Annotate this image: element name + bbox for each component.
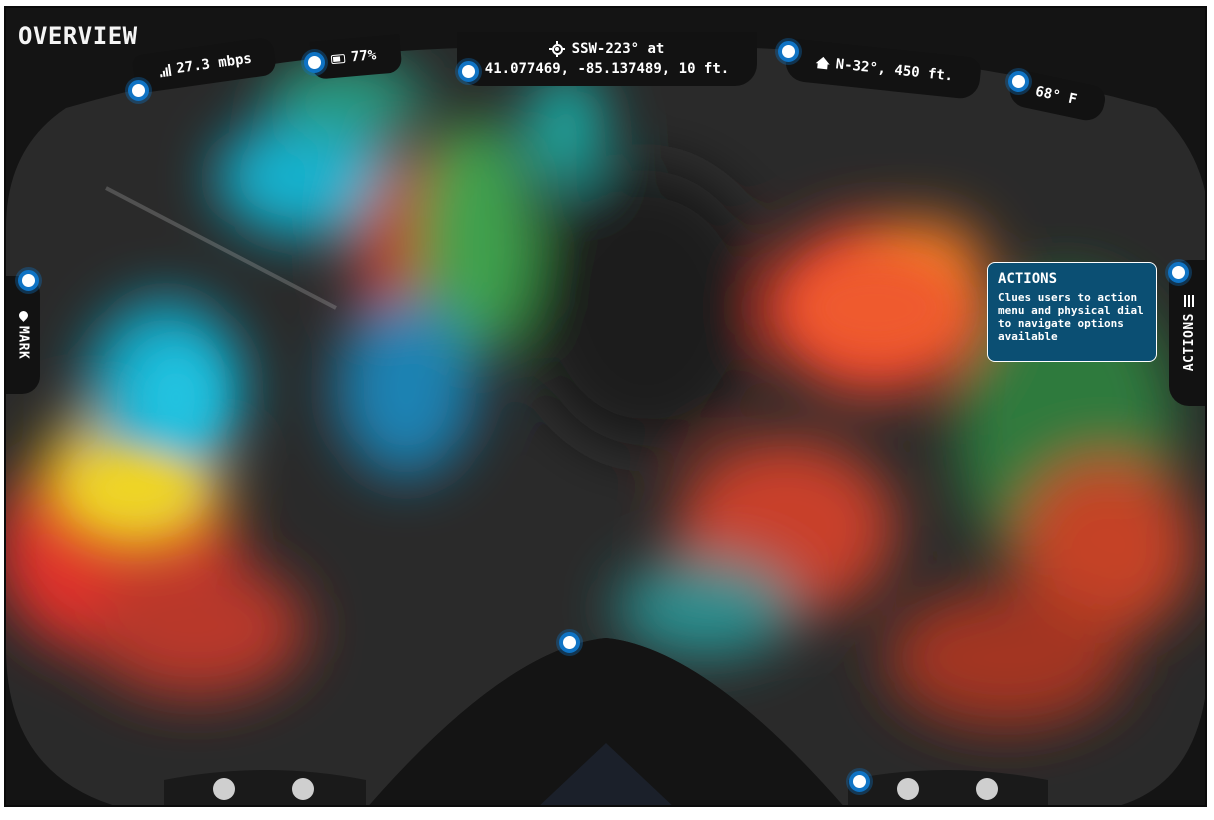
temperature-value: 68° F <box>1033 83 1079 108</box>
location-status-pill: SSW-223° at 41.077469, -85.137489, 10 ft… <box>457 32 757 86</box>
hotspot-signal[interactable] <box>128 80 149 101</box>
hotspot-location[interactable] <box>458 61 479 82</box>
hotspot-battery[interactable] <box>304 52 325 73</box>
actions-tab-label: ACTIONS <box>1181 312 1197 372</box>
signal-bars-icon <box>159 63 172 78</box>
home-icon <box>815 56 831 70</box>
right-dial-knob-1[interactable] <box>897 778 919 800</box>
callout-body: Clues users to action menu and physical … <box>998 291 1144 343</box>
hotspot-temperature[interactable] <box>1008 71 1029 92</box>
actions-callout: ACTIONS Clues users to action menu and p… <box>987 262 1157 362</box>
mark-tab-label: MARK <box>15 325 31 360</box>
menu-icon <box>1184 294 1194 307</box>
hotspot-home[interactable] <box>778 41 799 62</box>
lens-background <box>6 8 1205 805</box>
hotspot-mark[interactable] <box>18 270 39 291</box>
marker-icon <box>16 308 30 322</box>
goggle-hud-frame: OVERVIEW 27.3 mbps 77% SSW-223° at 41.07… <box>4 6 1207 807</box>
goggle-lens-view <box>6 8 1205 805</box>
battery-icon <box>330 53 346 64</box>
home-distance-value: N-32°, 450 ft. <box>834 56 954 85</box>
left-dial-knob-2[interactable] <box>292 778 314 800</box>
location-coordinates: 41.077469, -85.137489, 10 ft. <box>484 61 730 77</box>
location-heading: SSW-223° at <box>571 41 665 57</box>
crosshair-icon <box>548 41 565 57</box>
right-dial-knob-2[interactable] <box>976 778 998 800</box>
signal-speed-value: 27.3 mbps <box>175 50 253 77</box>
hotspot-right-dial[interactable] <box>849 771 870 792</box>
screen-title: OVERVIEW <box>18 22 138 50</box>
hotspot-bridge[interactable] <box>559 632 580 653</box>
left-dial-knob-1[interactable] <box>213 778 235 800</box>
mark-tab[interactable]: MARK <box>6 276 40 394</box>
hotspot-actions[interactable] <box>1168 262 1189 283</box>
battery-level-value: 77% <box>350 47 377 66</box>
callout-title: ACTIONS <box>998 271 1058 287</box>
